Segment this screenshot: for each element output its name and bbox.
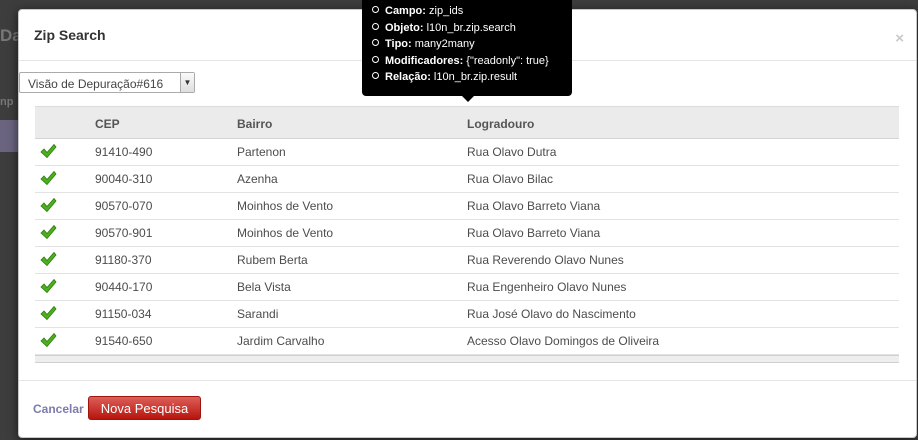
- cell-logradouro: Rua Engenheiro Olavo Nunes: [467, 280, 627, 294]
- cell-cep: 90040-310: [95, 172, 153, 186]
- cell-cep: 90440-170: [95, 280, 153, 294]
- cell-bairro: Azenha: [237, 172, 278, 186]
- tooltip-value: l10n_br.zip.search: [426, 21, 516, 34]
- cell-bairro: Bela Vista: [237, 280, 291, 294]
- bullet-icon: [372, 6, 379, 13]
- debug-view-value: Visão de Depuração#616: [28, 77, 164, 91]
- tooltip-line-objeto: Objeto: l10n_br.zip.search: [372, 22, 572, 39]
- column-header-bairro[interactable]: Bairro: [237, 117, 272, 131]
- cell-logradouro: Rua Olavo Dutra: [467, 145, 557, 159]
- cell-bairro: Rubem Berta: [237, 253, 308, 267]
- column-header-cep[interactable]: CEP: [95, 117, 120, 131]
- tooltip-key: Campo:: [385, 5, 426, 17]
- zip-results-table: CEP Bairro Logradouro 91410-490 Partenon…: [35, 106, 899, 363]
- table-row[interactable]: 91180-370 Rubem Berta Rua Reverendo Olav…: [35, 247, 899, 274]
- table-header: CEP Bairro Logradouro: [35, 106, 899, 139]
- cell-logradouro: Rua Reverendo Olavo Nunes: [467, 253, 624, 267]
- tooltip-line-tipo: Tipo: many2many: [372, 38, 572, 55]
- table-row[interactable]: 90440-170 Bela Vista Rua Engenheiro Olav…: [35, 274, 899, 301]
- table-row[interactable]: 90040-310 Azenha Rua Olavo Bilac: [35, 166, 899, 193]
- tooltip-value: l10n_br.zip.result: [433, 71, 518, 84]
- cell-bairro: Moinhos de Vento: [237, 226, 334, 240]
- cell-cep: 91540-650: [95, 334, 153, 348]
- cell-bairro: Moinhos de Vento: [237, 199, 334, 213]
- checkmark-icon[interactable]: [40, 197, 57, 216]
- cell-logradouro: Rua Olavo Bilac: [467, 172, 554, 186]
- tooltip-key: Objeto:: [385, 21, 424, 34]
- table-row[interactable]: 90570-901 Moinhos de Vento Rua Olavo Bar…: [35, 220, 899, 247]
- tooltip-line-campo: Campo: zip_ids: [372, 5, 572, 22]
- cell-logradouro: Rua Olavo Barreto Viana: [467, 226, 601, 240]
- cell-bairro: Jardim Carvalho: [237, 334, 325, 348]
- cell-bairro: Partenon: [237, 145, 286, 159]
- checkmark-icon[interactable]: [40, 251, 57, 270]
- cell-cep: 90570-901: [95, 226, 153, 240]
- column-header-logradouro[interactable]: Logradouro: [467, 117, 534, 131]
- table-row[interactable]: 91150-034 Sarandi Rua José Olavo do Nasc…: [35, 301, 899, 328]
- cell-logradouro: Rua José Olavo do Nascimento: [467, 307, 636, 321]
- tooltip-line-relacao: Relação: l10n_br.zip.result: [372, 71, 572, 88]
- background-strip: [0, 120, 18, 152]
- cell-cep: 91180-370: [95, 253, 152, 267]
- new-search-button[interactable]: Nova Pesquisa: [88, 396, 201, 420]
- checkmark-icon[interactable]: [40, 143, 57, 162]
- checkmark-icon[interactable]: [40, 224, 57, 243]
- dialog-title: Zip Search: [34, 27, 106, 43]
- close-icon[interactable]: ×: [895, 30, 904, 47]
- cell-cep: 91410-490: [95, 145, 153, 159]
- bullet-icon: [372, 39, 379, 47]
- table-row[interactable]: 91410-490 Partenon Rua Olavo Dutra: [35, 139, 899, 166]
- tooltip-key: Modificadores:: [385, 54, 464, 67]
- checkmark-icon[interactable]: [40, 170, 57, 189]
- cell-bairro: Sarandi: [237, 307, 279, 321]
- checkmark-icon[interactable]: [40, 278, 57, 297]
- background-label-fragment: np: [0, 96, 14, 108]
- bullet-icon: [372, 55, 379, 63]
- dropdown-arrow-icon[interactable]: ▼: [180, 73, 194, 92]
- cancel-link[interactable]: Cancelar: [33, 402, 84, 416]
- checkmark-icon[interactable]: [40, 305, 57, 324]
- cell-cep: 91150-034: [95, 307, 152, 321]
- field-info-tooltip: Campo: zip_ids Objeto: l10n_br.zip.searc…: [362, 0, 572, 102]
- bullet-icon: [372, 72, 379, 80]
- tooltip-value: many2many: [414, 38, 475, 51]
- table-footer: [35, 355, 899, 363]
- tooltip-value: {"readonly": true}: [466, 54, 549, 67]
- tooltip-key: Relação:: [385, 71, 431, 84]
- table-row[interactable]: 90570-070 Moinhos de Vento Rua Olavo Bar…: [35, 193, 899, 220]
- tooltip-value: zip_ids: [429, 5, 464, 17]
- bullet-icon: [372, 22, 379, 30]
- cell-logradouro: Rua Olavo Barreto Viana: [467, 199, 601, 213]
- cell-logradouro: Acesso Olavo Domingos de Oliveira: [467, 334, 660, 348]
- tooltip-line-modificadores: Modificadores: {"readonly": true}: [372, 55, 572, 72]
- cell-cep: 90570-070: [95, 199, 153, 213]
- table-row[interactable]: 91540-650 Jardim Carvalho Acesso Olavo D…: [35, 328, 899, 355]
- dialog-footer: Cancelar Nova Pesquisa: [19, 380, 916, 437]
- tooltip-key: Tipo:: [385, 38, 412, 51]
- debug-view-select[interactable]: Visão de Depuração#616 ▼: [19, 72, 195, 93]
- checkmark-icon[interactable]: [40, 332, 57, 351]
